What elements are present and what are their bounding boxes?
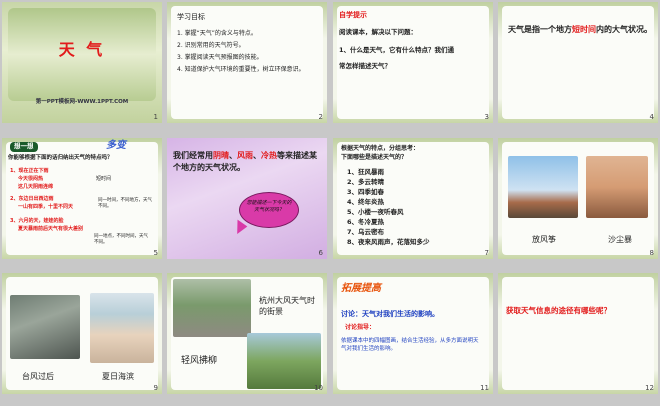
- slide-number: 2: [318, 113, 323, 121]
- slide-thumbnail-9[interactable]: 台风过后 夏日海滨 9: [2, 273, 162, 394]
- caption-willow: 轻风拂柳: [181, 356, 218, 366]
- list-item: 5、小楼一夜听春风: [347, 208, 404, 216]
- list-item: 2、多云转晴: [347, 178, 385, 186]
- slide-number: 12: [645, 384, 654, 392]
- slide-line-1: 阅读课本，解决以下问题：: [339, 28, 417, 36]
- slide-thumbnail-7[interactable]: 根据天气的特点，分组思考： 下面哪些是描述天气的？ 1、狂风暴雨 2、多云转晴 …: [333, 138, 493, 259]
- extension-tag: 拓展提高: [341, 283, 381, 294]
- caption-windy-street: 杭州大风天气时的街景: [259, 296, 315, 317]
- example-line-5: 一山有四季，十里不同天: [18, 204, 74, 210]
- definition-text: 天气是指一个地方短时间内的大气状况。: [508, 24, 652, 37]
- caption-beach: 夏日海滨: [102, 372, 134, 381]
- slide-thumbnail-8[interactable]: 放风筝 沙尘暴 8: [498, 138, 658, 259]
- slide-thumbnail-3[interactable]: 自学提示 阅读课本，解决以下问题： 1、什么是天气，它有什么特点？我们通 常怎样…: [333, 2, 493, 123]
- slide-title: 天 气: [58, 40, 106, 59]
- list-item: 7、乌云密布: [347, 228, 385, 236]
- objective-2: 2. 识别常用的天气符号。: [177, 42, 245, 49]
- word-fengyu: 风雨: [237, 151, 253, 160]
- slide-line-3: 常怎样描述天气？: [339, 62, 391, 70]
- beach-photo: [90, 293, 154, 363]
- slide-thumbnail-12[interactable]: 获取天气信息的途径有哪些呢？ 12: [498, 273, 658, 394]
- objective-4: 4. 知道保护大气环境的重要性，树立环保意识。: [177, 66, 305, 73]
- slide-number: 3: [484, 113, 489, 121]
- slide-number: 11: [480, 384, 489, 392]
- sandstorm-photo: [586, 156, 648, 218]
- discussion-body: 依据课本中的四幅图画，结合生活经验，从多方面说明天气对我们生活的影响。: [341, 338, 479, 353]
- separator: 、: [229, 151, 237, 160]
- slide-number: 10: [314, 384, 323, 392]
- slide-thumbnail-10[interactable]: 杭州大风天气时的街景 轻风拂柳 10: [167, 273, 327, 394]
- slide-number: 8: [649, 249, 654, 257]
- willow-photo: [247, 333, 321, 389]
- text-pre: 我们经常用: [173, 151, 213, 160]
- definition-post: 内的大气状况。: [596, 25, 652, 34]
- question: 获取天气信息的途径有哪些呢？: [506, 306, 611, 315]
- word-lengre: 冷热: [261, 151, 277, 160]
- note-2: 同一时间，不同地方，天气不同。: [98, 198, 152, 209]
- slide-panel: [502, 277, 654, 390]
- kite-photo: [508, 156, 578, 218]
- bubble-tail: [230, 219, 248, 237]
- question: 你能够根据下面的话归纳出天气的特点吗？: [8, 155, 113, 161]
- list-item: 6、冬冷夏热: [347, 218, 385, 226]
- list-item: 3、四季如春: [347, 188, 385, 196]
- slide-label: 自学提示: [339, 11, 367, 19]
- speech-bubble: 您能描述一下今天的天气状况吗？: [239, 192, 299, 228]
- slide-thumbnail-11[interactable]: 拓展提高 讨论：天气对我们生活的影响。 讨论指导： 依据课本中的四幅图画，结合生…: [333, 273, 493, 394]
- slide-panel: [502, 6, 654, 119]
- example-line-4: 2、东边日出西边雨: [10, 196, 54, 202]
- deco-word: 多变: [106, 140, 126, 151]
- definition-pre: 天气是指一个地方: [508, 25, 572, 34]
- note-1: 短时间: [96, 176, 112, 182]
- definition-highlight: 短时间: [572, 25, 596, 34]
- slide-thumbnail-6[interactable]: 我们经常用阴晴、风雨、冷热等来描述某个地方的天气状况。 您能描述一下今天的天气状…: [167, 138, 327, 259]
- example-line-7: 夏天暴雨前后天气有很大差别: [18, 226, 84, 232]
- slide-heading: 学习目标: [177, 13, 205, 21]
- example-line-3: 这几天阴雨连绵: [18, 184, 54, 190]
- slide-number: 1: [153, 113, 158, 121]
- objective-3: 3. 掌握阅读天气预报图的技能。: [177, 54, 263, 61]
- slide-number: 4: [649, 113, 654, 121]
- think-tag: 想一想: [10, 142, 38, 152]
- typhoon-photo: [10, 295, 80, 359]
- slide-number: 5: [153, 249, 158, 257]
- description-text: 我们经常用阴晴、风雨、冷热等来描述某个地方的天气状况。: [173, 150, 323, 175]
- slide-thumbnail-1[interactable]: 天 气 第一PPT模板网-WWW.1PPT.COM 1: [2, 2, 162, 123]
- caption-sandstorm: 沙尘暴: [608, 235, 632, 244]
- separator: 、: [253, 151, 261, 160]
- group-question: 下面哪些是描述天气的？: [341, 154, 408, 161]
- slide-thumbnail-4[interactable]: 天气是指一个地方短时间内的大气状况。 4: [498, 2, 658, 123]
- caption-typhoon: 台风过后: [22, 372, 54, 381]
- list-item: 8、夜来风雨声，花落知多少: [347, 238, 430, 246]
- list-item: 1、狂风暴雨: [347, 168, 385, 176]
- group-prompt: 根据天气的特点，分组思考：: [341, 145, 420, 152]
- slide-thumbnail-5[interactable]: 想一想 多变 你能够根据下面的话归纳出天气的特点吗？ 1、现在正在下雨 今天很闷…: [2, 138, 162, 259]
- example-line-1: 1、现在正在下雨: [10, 168, 49, 174]
- example-line-6: 3、六月的天，娃娃的脸: [10, 218, 64, 224]
- example-line-2: 今天很闷热: [18, 176, 44, 182]
- slide-number: 7: [484, 249, 489, 257]
- caption-kite: 放风筝: [532, 235, 556, 244]
- word-yinqing: 阴晴: [213, 151, 229, 160]
- slide-panel: [171, 6, 323, 119]
- slide-thumbnail-2[interactable]: 学习目标 1. 掌握“天气”的含义与特点。 2. 识别常用的天气符号。 3. 掌…: [167, 2, 327, 123]
- slide-number: 6: [318, 249, 323, 257]
- note-3: 同一地点，不同时间，天气不同。: [94, 234, 148, 245]
- slide-line-2: 1、什么是天气，它有什么特点？我们通: [339, 46, 455, 54]
- bubble-text: 您能描述一下今天的天气状况吗？: [246, 200, 292, 213]
- list-item: 4、终年炎热: [347, 198, 385, 206]
- objective-1: 1. 掌握“天气”的含义与特点。: [177, 30, 257, 37]
- discussion-question: 讨论：天气对我们生活的影响。: [341, 310, 439, 318]
- windy-street-photo: [173, 279, 251, 337]
- slide-footer: 第一PPT模板网-WWW.1PPT.COM: [35, 99, 129, 105]
- slide-number: 9: [153, 384, 158, 392]
- discussion-guide: 讨论指导：: [345, 324, 376, 331]
